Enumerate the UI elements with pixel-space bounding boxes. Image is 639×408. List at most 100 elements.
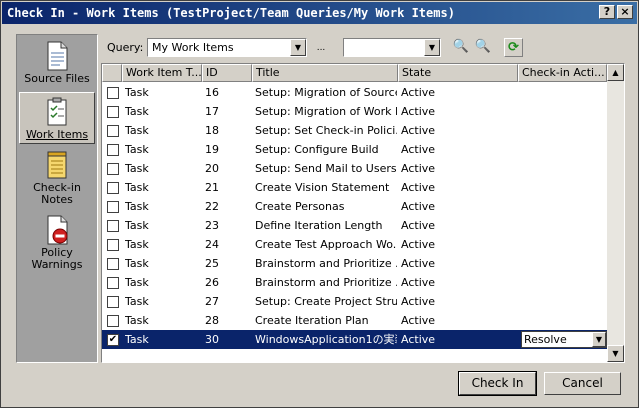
cell-title: Setup: Migration of Work I... [255,105,397,118]
cell-state: Active [401,162,436,175]
cell-type: Task [125,181,149,194]
cell-state: Active [401,333,436,346]
check-in-button[interactable]: Check In [458,371,537,396]
cell-type: Task [125,124,149,137]
table-row[interactable]: Task 28 Create Iteration Plan Active [102,311,607,330]
cell-type: Task [125,143,149,156]
table-row[interactable]: Task 26 Brainstorm and Prioritize ... Activ… [102,273,607,292]
cell-state: Active [401,314,436,327]
title-bar: Check In - Work Items (TestProject/Team … [2,2,637,24]
check-in-action-select[interactable]: Resolve ▼ [521,331,607,348]
table-row[interactable]: Task 17 Setup: Migration of Work I... Activ… [102,102,607,121]
cell-title: Brainstorm and Prioritize ... [255,276,397,289]
cell-id: 19 [205,143,219,156]
document-icon [47,41,68,71]
row-checkbox[interactable] [107,296,119,308]
column-header-check[interactable] [102,64,122,82]
cell-state: Active [401,276,436,289]
scroll-down-icon[interactable]: ▼ [607,345,624,362]
notepad-icon [47,151,67,179]
column-header-type[interactable]: Work Item T... [122,64,202,82]
close-button[interactable]: × [617,5,633,19]
nav-work-items[interactable]: Work Items [19,92,95,144]
cell-title: Create Personas [255,200,345,213]
table-row[interactable]: Task 23 Define Iteration Length Active [102,216,607,235]
nav-check-in-notes[interactable]: Check-in Notes [19,146,95,208]
cell-id: 25 [205,257,219,270]
row-checkbox[interactable] [107,239,119,251]
warning-document-icon [47,215,68,245]
work-items-grid: Work Item T... ID Title State Check-in A… [101,63,625,363]
cell-state: Active [401,105,436,118]
column-header-state[interactable]: State [398,64,518,82]
cell-id: 24 [205,238,219,251]
cell-id: 28 [205,314,219,327]
cell-title: Create Test Approach Wo... [255,238,397,251]
cell-title: Setup: Configure Build [255,143,379,156]
table-row[interactable]: Task 25 Brainstorm and Prioritize ... Activ… [102,254,607,273]
cancel-button[interactable]: Cancel [544,372,621,395]
help-button[interactable]: ? [599,5,615,19]
cell-state: Active [401,295,436,308]
refresh-icon[interactable]: ⟳ [504,38,523,57]
row-checkbox[interactable] [107,258,119,270]
cell-id: 18 [205,124,219,137]
table-row[interactable]: ✔ Task 30 WindowsApplication1の実装 Active Resol… [102,330,607,349]
cell-type: Task [125,295,149,308]
row-checkbox[interactable] [107,220,119,232]
table-row[interactable]: Task 22 Create Personas Active [102,197,607,216]
cell-id: 16 [205,86,219,99]
row-checkbox[interactable] [107,182,119,194]
cell-id: 22 [205,200,219,213]
row-checkbox[interactable] [107,125,119,137]
column-header-id[interactable]: ID [202,64,252,82]
chevron-down-icon[interactable]: ▼ [592,332,606,347]
nav-source-files[interactable]: Source Files [19,37,95,91]
row-checkbox[interactable] [107,201,119,213]
find-icon[interactable]: 🔍 [451,38,471,57]
row-checkbox[interactable] [107,87,119,99]
table-row[interactable]: Task 20 Setup: Send Mail to Users... Active [102,159,607,178]
nav-policy-warnings[interactable]: Policy Warnings [19,211,95,273]
row-checkbox[interactable] [107,144,119,156]
table-row[interactable]: Task 18 Setup: Set Check-in Polici... Activ… [102,121,607,140]
column-header-title[interactable]: Title [252,64,398,82]
cell-state: Active [401,181,436,194]
cell-id: 30 [205,333,219,346]
query-select[interactable]: My Work Items ▼ [147,38,307,57]
nav-label-work-items: Work Items [25,128,89,141]
cell-type: Task [125,238,149,251]
cell-state: Active [401,124,436,137]
row-checkbox[interactable] [107,163,119,175]
row-checkbox[interactable] [107,315,119,327]
cell-title: WindowsApplication1の実装 [255,333,397,346]
cell-id: 23 [205,219,219,232]
query-select-value: My Work Items [152,41,234,54]
cell-title: Setup: Migration of Source... [255,86,397,99]
cell-title: Create Iteration Plan [255,314,369,327]
cell-id: 21 [205,181,219,194]
row-checkbox[interactable] [107,106,119,118]
table-row[interactable]: Task 24 Create Test Approach Wo... Active [102,235,607,254]
find-next-icon[interactable]: 🔍 [473,38,493,57]
table-row[interactable]: Task 16 Setup: Migration of Source... Activ… [102,83,607,102]
cell-type: Task [125,219,149,232]
nav-label-source-files: Source Files [24,72,90,85]
cell-title: Create Vision Statement [255,181,390,194]
check-in-action-value: Resolve [524,333,567,346]
browse-query-button[interactable]: ... [311,39,331,58]
cell-type: Task [125,105,149,118]
cell-state: Active [401,257,436,270]
scroll-up-icon[interactable]: ▲ [607,64,624,81]
row-checkbox[interactable] [107,277,119,289]
chevron-down-icon[interactable]: ▼ [290,39,306,56]
row-checkbox[interactable]: ✔ [107,334,119,346]
table-row[interactable]: Task 27 Setup: Create Project Stru... Activ… [102,292,607,311]
column-header-check-in-action[interactable]: Check-in Acti... [518,64,607,82]
chevron-down-icon[interactable]: ▼ [424,39,440,56]
vertical-scrollbar[interactable]: ▲ ▼ [607,64,624,362]
search-input[interactable]: ▼ [343,38,441,57]
table-row[interactable]: Task 19 Setup: Configure Build Active [102,140,607,159]
query-label: Query: [107,41,144,54]
table-row[interactable]: Task 21 Create Vision Statement Active [102,178,607,197]
